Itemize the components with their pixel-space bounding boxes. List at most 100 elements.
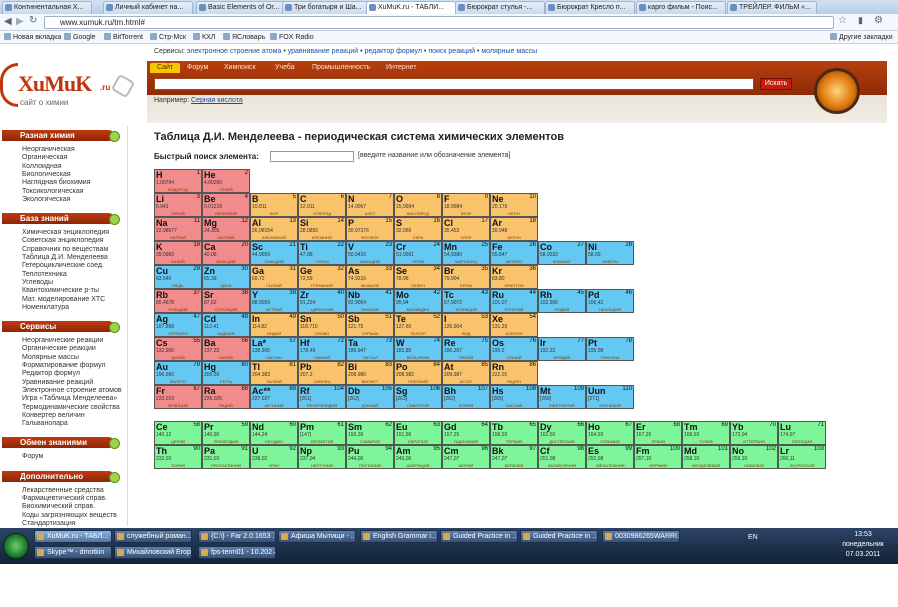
sidebar-section-header[interactable]: База знаний bbox=[2, 213, 120, 226]
element-cell[interactable]: Bi 83 208,980 ВИСМУТ bbox=[346, 361, 394, 385]
element-cell[interactable]: Fm 100 257,10 ФЕРМИЙ bbox=[634, 445, 682, 469]
element-cell[interactable]: Sm 62 150,36 САМАРИЙ bbox=[346, 421, 394, 445]
element-cell[interactable]: Zn 30 65,39 ЦИНК bbox=[202, 265, 250, 289]
element-cell[interactable]: Po 84 208,982 ПОЛОНИЙ bbox=[394, 361, 442, 385]
element-cell[interactable]: B 5 10,811 БОР bbox=[250, 193, 298, 217]
element-cell[interactable]: At 85 209,987 АСТАТ bbox=[442, 361, 490, 385]
element-cell[interactable]: C 6 12,011 УГЛЕРОД bbox=[298, 193, 346, 217]
browser-tab[interactable]: Три богатыря и Ша... bbox=[282, 1, 372, 14]
bookmark-item[interactable]: ЯСловарь bbox=[223, 31, 265, 44]
taskbar-button[interactable]: English Grammar i... bbox=[360, 530, 438, 543]
element-cell[interactable]: Nd 60 144,24 НЕОДИМ bbox=[250, 421, 298, 445]
browser-tab[interactable]: Личный кабинет на... bbox=[103, 1, 193, 14]
element-cell[interactable]: Os 76 190,2 ОСМИЙ bbox=[490, 337, 538, 361]
element-cell[interactable]: Mt 109 [266] МЕЙТНЕРИЙ bbox=[538, 385, 586, 409]
sidebar-link[interactable]: Термодинамические свойства bbox=[22, 404, 120, 412]
element-cell[interactable]: Ba 56 137,33 БАРИЙ bbox=[202, 337, 250, 361]
element-cell[interactable]: F 9 18,9984 ФТОР bbox=[442, 193, 490, 217]
element-cell[interactable]: Ag 47 107,868 СЕРЕБРО bbox=[154, 313, 202, 337]
sidebar-link[interactable]: Неорганическая bbox=[22, 146, 75, 154]
element-cell[interactable]: Am 95 243,06 АМЕРИЦИЙ bbox=[394, 445, 442, 469]
sidebar-link[interactable]: Молярные массы bbox=[22, 354, 79, 362]
page-menu-icon[interactable]: ▮ bbox=[858, 15, 863, 26]
element-cell[interactable]: Bh 107 [262] БОРИЙ bbox=[442, 385, 490, 409]
sidebar-link[interactable]: Неорганические реакции bbox=[22, 337, 103, 345]
element-cell[interactable]: Db 105 [262] ДУБНИЙ bbox=[346, 385, 394, 409]
sidebar-link[interactable]: Теплотехника bbox=[22, 271, 67, 279]
other-bookmarks[interactable]: Другие закладки bbox=[830, 31, 893, 44]
bookmark-item[interactable]: FOX Radio bbox=[270, 31, 314, 44]
service-link[interactable]: поиск реакций bbox=[428, 48, 475, 55]
element-cell[interactable]: Np 93 237,04 НЕПТУНИЙ bbox=[298, 445, 346, 469]
sidebar-section-header[interactable]: Дополнительно bbox=[2, 470, 120, 483]
menu-tab-site[interactable]: Сайт bbox=[150, 63, 181, 73]
quick-search-input[interactable] bbox=[270, 151, 354, 162]
language-indicator[interactable]: EN bbox=[748, 534, 758, 541]
element-cell[interactable]: Ir 77 192,22 ИРИДИЙ bbox=[538, 337, 586, 361]
browser-tab[interactable]: ТРЕЙЛЕР. ФИЛЬМ «... bbox=[727, 1, 817, 14]
sidebar-link[interactable]: Таблица Д.И. Менделеева bbox=[22, 254, 108, 262]
element-cell[interactable]: Cr 24 51,9961 ХРОМ bbox=[394, 241, 442, 265]
element-cell[interactable]: As 33 74,9216 МЫШЬЯК bbox=[346, 265, 394, 289]
element-cell[interactable]: Md 101 258,10 МЕНДЕЛЕВИЙ bbox=[682, 445, 730, 469]
element-cell[interactable]: Fr 87 223,019 ФРАНЦИЙ bbox=[154, 385, 202, 409]
sidebar-link[interactable]: Мат. моделирование ХТС bbox=[22, 296, 105, 304]
element-cell[interactable]: Tb 65 158,93 ТЕРБИЙ bbox=[490, 421, 538, 445]
sidebar-link[interactable]: Форматирование формул bbox=[22, 362, 106, 370]
element-cell[interactable]: Cs 55 132,905 ЦЕЗИЙ bbox=[154, 337, 202, 361]
sidebar-link[interactable]: Стандартизация bbox=[22, 520, 76, 528]
settings-wrench-icon[interactable]: ⚙ bbox=[874, 15, 883, 26]
sidebar-link[interactable]: Углеводы bbox=[22, 279, 53, 287]
element-cell[interactable]: Cm 96 247,07 КЮРИЙ bbox=[442, 445, 490, 469]
element-cell[interactable]: Pa 91 231,03 ПРОТАКТИНИЙ bbox=[202, 445, 250, 469]
element-cell[interactable]: Nb 41 92,9064 НИОБИЙ bbox=[346, 289, 394, 313]
element-cell[interactable]: Sc 21 44,9559 СКАНДИЙ bbox=[250, 241, 298, 265]
start-button[interactable] bbox=[3, 533, 29, 559]
element-cell[interactable]: Pr 59 140,90 ПРАЗЕОДИМ bbox=[202, 421, 250, 445]
example-link[interactable]: Серная кислота bbox=[191, 97, 243, 104]
element-cell[interactable]: Sn 50 118,710 ОЛОВО bbox=[298, 313, 346, 337]
element-cell[interactable]: Zr 40 91,224 ЦИРКОНИЙ bbox=[298, 289, 346, 313]
element-cell[interactable]: Au 79 196,966 ЗОЛОТО bbox=[154, 361, 202, 385]
element-cell[interactable]: Sb 51 121,75 СУРЬМА bbox=[346, 313, 394, 337]
sidebar-link[interactable]: Биологическая bbox=[22, 171, 71, 179]
service-link[interactable]: редактор формул bbox=[364, 48, 421, 55]
element-cell[interactable]: Ce 58 140,12 ЦЕРИЙ bbox=[154, 421, 202, 445]
element-cell[interactable]: Gd 64 157,25 ГАДОЛИНИЙ bbox=[442, 421, 490, 445]
element-cell[interactable]: Er 68 167,26 ЭРБИЙ bbox=[634, 421, 682, 445]
element-cell[interactable]: He 2 4,00260 ГЕЛИЙ bbox=[202, 169, 250, 193]
sidebar-link[interactable]: Органические реакции bbox=[22, 345, 96, 353]
bookmark-item[interactable]: Новая вкладка bbox=[4, 31, 61, 44]
sidebar-link[interactable]: Редактор формул bbox=[22, 370, 80, 378]
sidebar-link[interactable]: Гальванопара bbox=[22, 420, 68, 428]
element-cell[interactable]: Pb 82 207,2 СВИНЕЦ bbox=[298, 361, 346, 385]
sidebar-section-header[interactable]: Разная химия bbox=[2, 130, 120, 142]
element-cell[interactable]: La* 57 138,905 ЛАНТАН bbox=[250, 337, 298, 361]
element-cell[interactable]: Pm 61 [147] ПРОМЕТИЙ bbox=[298, 421, 346, 445]
sidebar-link[interactable]: Токсикологическая bbox=[22, 188, 84, 196]
element-cell[interactable]: Hf 72 178,49 ГАФНИЙ bbox=[298, 337, 346, 361]
sidebar-link[interactable]: Номенклатура bbox=[22, 304, 69, 312]
element-cell[interactable]: Ho 67 164,93 ГОЛЬМИЙ bbox=[586, 421, 634, 445]
service-link[interactable]: уравнивание реакций bbox=[288, 48, 358, 55]
bookmark-item[interactable]: BitTorrent bbox=[104, 31, 143, 44]
sidebar-section-header[interactable]: Сервисы bbox=[2, 321, 120, 334]
service-link[interactable]: электронное строение атома bbox=[187, 48, 281, 55]
element-cell[interactable]: Re 75 186,207 РЕНИЙ bbox=[442, 337, 490, 361]
reload-icon[interactable]: ↻ bbox=[29, 15, 37, 26]
menu-tab-industry[interactable]: Промышленность bbox=[305, 63, 377, 73]
taskbar-button[interactable]: 0030986265WARRI... bbox=[602, 530, 680, 543]
element-cell[interactable]: Mg 12 24,305 МАГНИЙ bbox=[202, 217, 250, 241]
element-cell[interactable]: Pu 94 244,06 ПЛУТОНИЙ bbox=[346, 445, 394, 469]
browser-tab[interactable]: Континентальная Х... bbox=[2, 1, 92, 14]
element-cell[interactable]: Hs 108 [265] ХАССИЙ bbox=[490, 385, 538, 409]
element-cell[interactable]: Ra 88 226,025 РАДИЙ bbox=[202, 385, 250, 409]
sidebar-link[interactable]: Квантохимические р-ты bbox=[22, 287, 99, 295]
element-cell[interactable]: Eu 63 151,96 ЕВРОПИЙ bbox=[394, 421, 442, 445]
element-cell[interactable]: Ne 10 20,179 НЕОН bbox=[490, 193, 538, 217]
element-cell[interactable]: Ni 28 58,69 НИКЕЛЬ bbox=[586, 241, 634, 265]
menu-tab-internet[interactable]: Интернет bbox=[379, 63, 424, 73]
element-cell[interactable]: K 19 39,0983 КАЛИЙ bbox=[154, 241, 202, 265]
element-cell[interactable]: Rf 104 [261] РЕЗЕРФОРДИЙ bbox=[298, 385, 346, 409]
taskbar-clock[interactable]: 13:53 понедельник 07.03.2011 bbox=[838, 530, 888, 560]
